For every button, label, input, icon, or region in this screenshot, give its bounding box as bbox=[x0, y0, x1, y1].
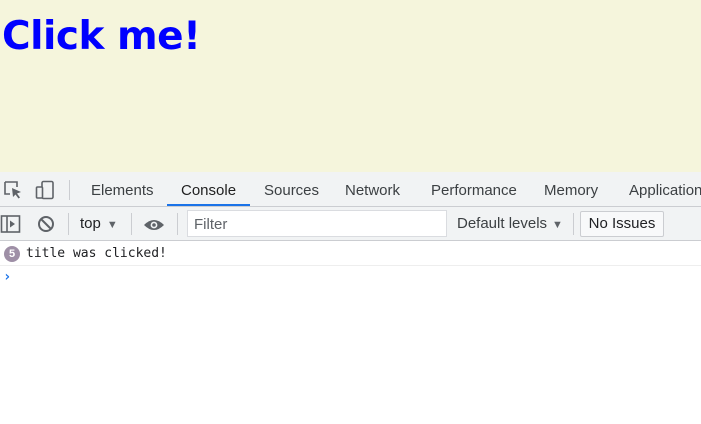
caret-down-icon: ▼ bbox=[106, 219, 118, 231]
inspect-element-icon[interactable] bbox=[3, 180, 23, 200]
tab-network[interactable]: Network bbox=[345, 172, 400, 207]
context-label: top bbox=[80, 215, 101, 232]
console-message[interactable]: 5 title was clicked! bbox=[0, 241, 701, 266]
toolbar-divider bbox=[573, 213, 574, 235]
tab-console[interactable]: Console bbox=[181, 172, 236, 207]
device-toolbar-icon[interactable] bbox=[35, 180, 55, 200]
console-filter-input[interactable] bbox=[187, 210, 447, 237]
clear-console-icon[interactable] bbox=[37, 215, 55, 237]
issues-button[interactable]: No Issues bbox=[580, 211, 664, 237]
page-title[interactable]: Click me! bbox=[2, 14, 201, 59]
toolbar-divider bbox=[68, 213, 69, 235]
tab-sources[interactable]: Sources bbox=[264, 172, 319, 207]
context-selector[interactable]: top ▼ bbox=[80, 207, 118, 241]
repeat-count-badge: 5 bbox=[4, 246, 20, 262]
page-viewport: Click me! bbox=[0, 0, 701, 172]
active-tab-indicator bbox=[167, 204, 250, 206]
live-expression-icon[interactable] bbox=[143, 217, 165, 236]
console-prompt[interactable]: › bbox=[0, 266, 701, 290]
tab-elements[interactable]: Elements bbox=[91, 172, 154, 207]
log-levels-dropdown[interactable]: Default levels ▼ bbox=[457, 207, 563, 241]
log-levels-label: Default levels bbox=[457, 215, 548, 232]
console-output: 5 title was clicked! › bbox=[0, 241, 701, 290]
toolbar-divider bbox=[69, 180, 70, 200]
tab-application[interactable]: Application bbox=[629, 172, 701, 207]
console-message-text: title was clicked! bbox=[26, 246, 167, 261]
tab-memory[interactable]: Memory bbox=[544, 172, 598, 207]
toolbar-divider bbox=[131, 213, 132, 235]
tab-performance[interactable]: Performance bbox=[431, 172, 517, 207]
caret-down-icon: ▼ bbox=[552, 219, 563, 231]
console-sidebar-icon[interactable] bbox=[0, 214, 21, 238]
console-toolbar: top ▼ Default levels ▼ No Issues bbox=[0, 207, 701, 241]
prompt-chevron-icon: › bbox=[3, 269, 12, 285]
devtools-tabbar: Elements Console Sources Network Perform… bbox=[0, 172, 701, 207]
console-input[interactable] bbox=[20, 266, 700, 290]
toolbar-divider bbox=[177, 213, 178, 235]
devtools-panel: Elements Console Sources Network Perform… bbox=[0, 172, 701, 424]
